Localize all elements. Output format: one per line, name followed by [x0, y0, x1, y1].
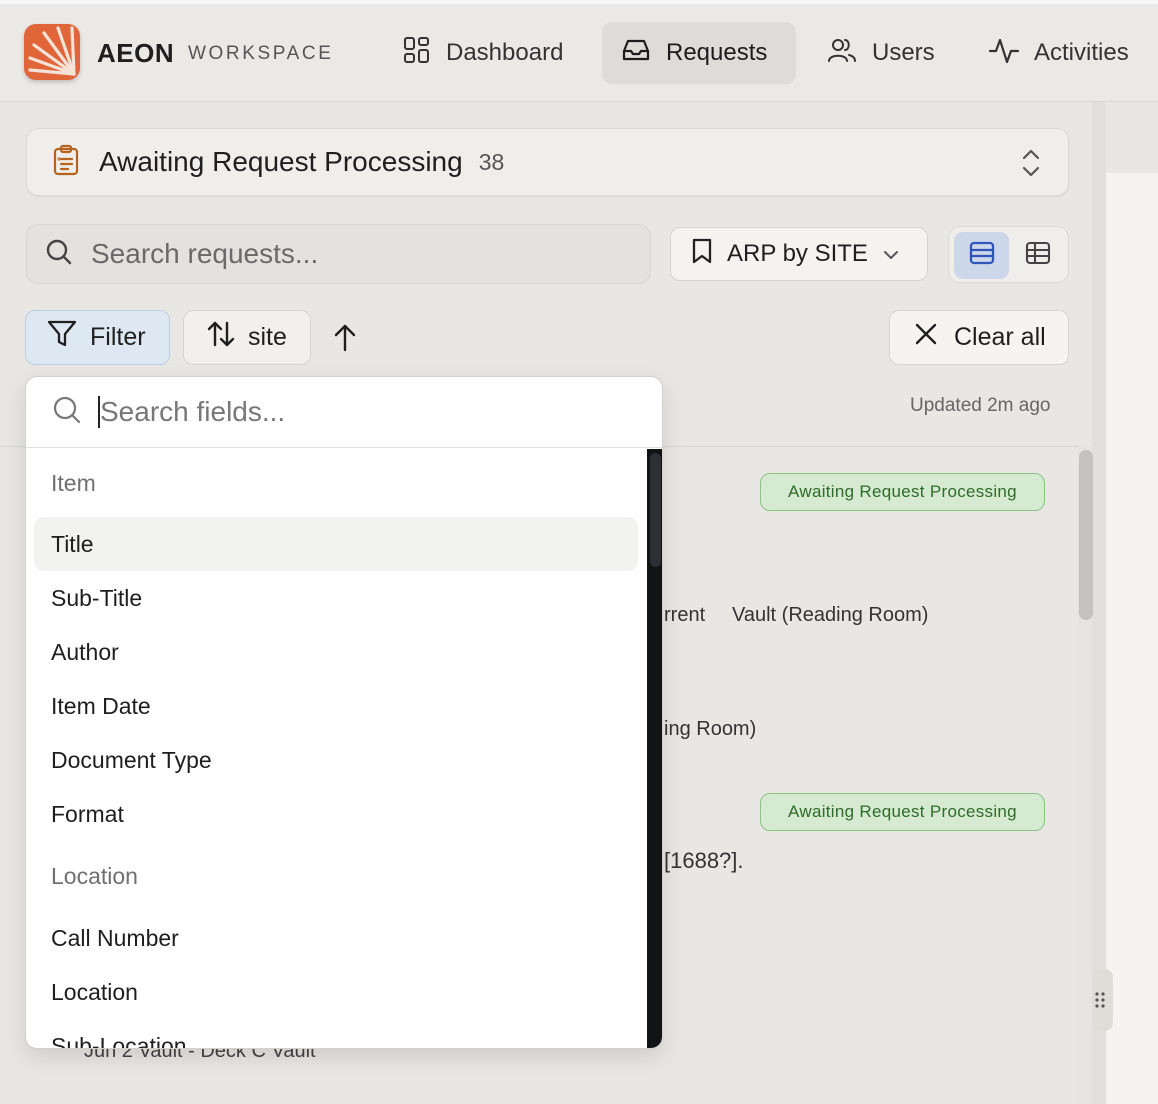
top-navigation: AEON WORKSPACE Dashboard Requests Users … — [0, 0, 1158, 102]
field-option-title[interactable]: Title — [34, 517, 638, 571]
field-list: Item Title Sub-Title Author Item Date Do… — [26, 449, 646, 1049]
list-item-location: Vault (Reading Room) — [732, 604, 929, 626]
field-option-item-date[interactable]: Item Date — [34, 679, 638, 733]
clear-all-button[interactable]: Clear all — [889, 310, 1069, 365]
search-icon — [45, 238, 73, 271]
sort-arrows-icon — [206, 319, 236, 356]
nav-activities[interactable]: Activities — [970, 22, 1149, 84]
chevron-up-down-icon — [1020, 147, 1042, 184]
field-option-subtitle[interactable]: Sub-Title — [34, 571, 638, 625]
queue-selector[interactable]: Awaiting Request Processing 38 — [26, 128, 1069, 196]
nav-requests-label: Requests — [666, 39, 768, 66]
search-requests-input[interactable]: Search requests... — [26, 224, 651, 284]
table-view-button[interactable] — [1010, 232, 1065, 279]
queue-count: 38 — [478, 148, 505, 175]
panel-gutter — [1092, 102, 1106, 1104]
list-item-text: ing Room) — [664, 718, 757, 740]
filter-label: Filter — [90, 323, 146, 351]
brand-name: AEON — [97, 38, 175, 68]
field-option-format[interactable]: Format — [34, 787, 638, 841]
updated-timestamp: Updated 2m ago — [910, 395, 1051, 416]
chevron-down-icon — [882, 240, 900, 268]
field-option-author[interactable]: Author — [34, 625, 638, 679]
text-caret — [98, 396, 100, 428]
search-icon — [52, 395, 82, 430]
table-view-icon — [1024, 239, 1052, 272]
sort-field-button[interactable]: site — [183, 310, 311, 365]
brand-subtitle: WORKSPACE — [188, 43, 334, 64]
field-option-call-number[interactable]: Call Number — [34, 911, 638, 965]
clipboard-icon — [51, 144, 81, 181]
users-icon — [826, 34, 858, 73]
filter-field-dropdown: Search fields... Item Title Sub-Title Au… — [25, 376, 663, 1049]
search-fields-placeholder-text: Search fields... — [100, 396, 286, 427]
bookmark-icon — [691, 237, 713, 272]
filter-button[interactable]: Filter — [25, 310, 170, 365]
search-fields-placeholder: Search fields... — [98, 396, 285, 428]
list-view-icon — [968, 239, 996, 272]
field-option-location[interactable]: Location — [34, 965, 638, 1019]
nav-requests[interactable]: Requests — [602, 22, 796, 84]
saved-view-dropdown[interactable]: ARP by SITE — [670, 227, 928, 281]
aeon-logo-icon[interactable] — [24, 24, 80, 80]
search-requests-placeholder: Search requests... — [91, 238, 319, 269]
nav-users-label: Users — [872, 39, 935, 66]
list-view-button[interactable] — [954, 232, 1009, 279]
search-fields-input[interactable]: Search fields... — [26, 377, 662, 448]
nav-dashboard[interactable]: Dashboard — [382, 22, 583, 84]
field-option-sub-location[interactable]: Sub-Location — [34, 1019, 638, 1049]
arrow-up-icon[interactable] — [330, 322, 360, 359]
view-toggle — [948, 226, 1069, 283]
filter-icon — [46, 318, 78, 357]
group-item-header: Item — [51, 469, 96, 496]
nav-dashboard-label: Dashboard — [446, 39, 564, 66]
field-option-document-type[interactable]: Document Type — [34, 733, 638, 787]
status-badge: Awaiting Request Processing — [760, 473, 1045, 511]
saved-view-label: ARP by SITE — [727, 240, 868, 267]
dashboard-icon — [400, 34, 432, 73]
sort-field-label: site — [248, 323, 287, 351]
clear-all-label: Clear all — [954, 323, 1046, 351]
nav-users[interactable]: Users — [808, 22, 955, 84]
list-item-title: [1688?]. — [664, 848, 744, 873]
queue-title: Awaiting Request Processing — [99, 146, 463, 177]
list-scrollbar-thumb[interactable] — [1079, 450, 1093, 620]
group-location-header: Location — [51, 862, 138, 889]
detail-panel — [1106, 173, 1158, 1104]
status-badge: Awaiting Request Processing — [760, 793, 1045, 831]
list-item-text: rrent — [664, 604, 706, 626]
inbox-icon — [620, 34, 652, 73]
nav-activities-label: Activities — [1034, 39, 1129, 66]
close-icon — [914, 322, 938, 353]
activity-icon — [988, 34, 1020, 73]
dropdown-scrollbar-thumb[interactable] — [650, 453, 661, 567]
